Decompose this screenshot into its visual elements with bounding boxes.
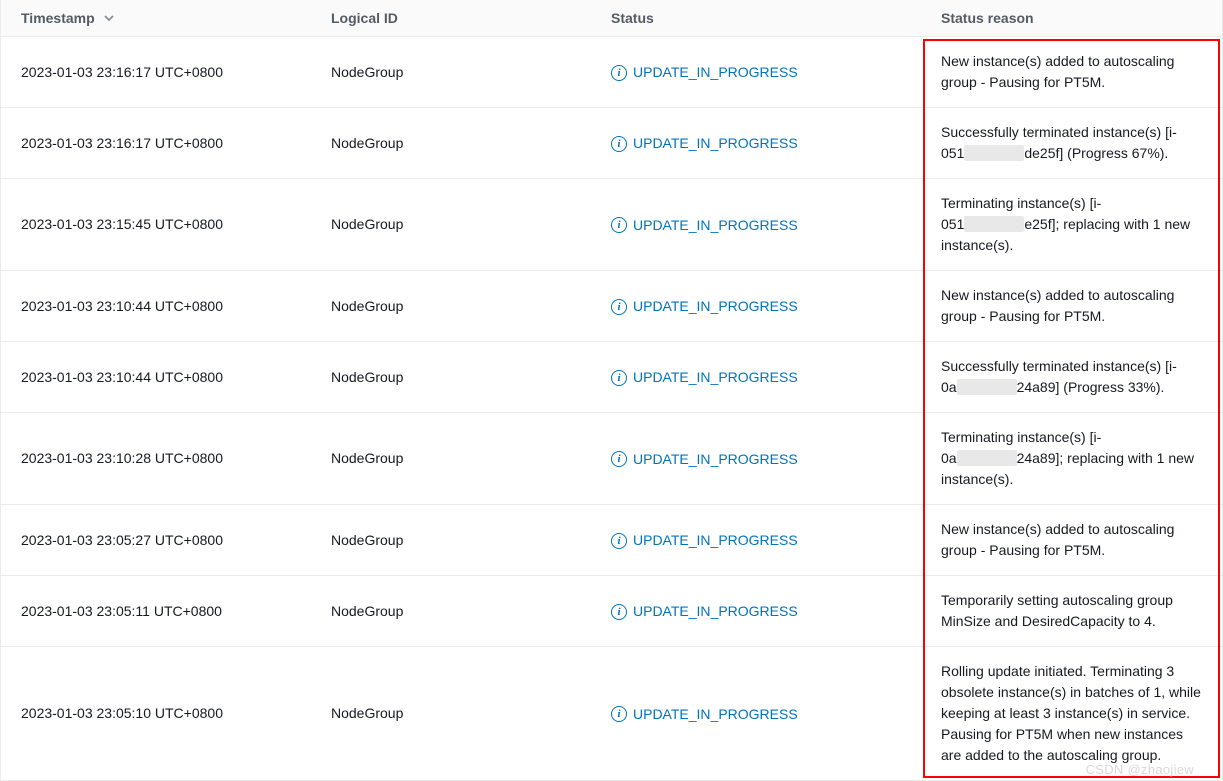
cell-timestamp: 2023-01-03 23:16:17 UTC+0800 [1,133,311,154]
cell-timestamp: 2023-01-03 23:10:44 UTC+0800 [1,367,311,388]
cell-status: i UPDATE_IN_PROGRESS [591,132,921,155]
table-row: 2023-01-03 23:16:17 UTC+0800NodeGroup i UP… [1,108,1222,179]
cell-status-reason: Temporarily setting autoscaling group Mi… [921,590,1222,632]
cell-timestamp: 2023-01-03 23:10:44 UTC+0800 [1,296,311,317]
status-link[interactable]: i UPDATE_IN_PROGRESS [611,704,798,725]
cell-logical-id: NodeGroup [311,530,591,551]
cell-status-reason: New instance(s) added to autoscaling gro… [921,51,1222,93]
cell-status: i UPDATE_IN_PROGRESS [591,447,921,470]
table-row: 2023-01-03 23:05:10 UTC+0800NodeGroup i UP… [1,647,1222,780]
table-row: 2023-01-03 23:10:28 UTC+0800NodeGroup i UP… [1,413,1222,505]
status-text: UPDATE_IN_PROGRESS [633,704,798,725]
status-link[interactable]: i UPDATE_IN_PROGRESS [611,215,798,236]
status-text: UPDATE_IN_PROGRESS [633,296,798,317]
status-link[interactable]: i UPDATE_IN_PROGRESS [611,449,798,470]
info-icon: i [611,451,627,467]
cell-status: i UPDATE_IN_PROGRESS [591,213,921,236]
info-icon: i [611,136,627,152]
redacted-text: xxxxxxxx [964,216,1024,232]
status-link[interactable]: i UPDATE_IN_PROGRESS [611,601,798,622]
table-row: 2023-01-03 23:16:17 UTC+0800NodeGroup i UP… [1,37,1222,108]
table-row: 2023-01-03 23:05:27 UTC+0800NodeGroup i UP… [1,505,1222,576]
cell-status: i UPDATE_IN_PROGRESS [591,366,921,389]
cell-timestamp: 2023-01-03 23:10:28 UTC+0800 [1,448,311,469]
status-text: UPDATE_IN_PROGRESS [633,601,798,622]
cell-status-reason: Terminating instance(s) [i-0axxxxxxxx24a… [921,427,1222,490]
watermark-text: CSDN @zhaojiew [1086,762,1194,777]
cell-status-reason: Rolling update initiated. Terminating 3 … [921,661,1222,766]
cell-timestamp: 2023-01-03 23:05:11 UTC+0800 [1,601,311,622]
cell-logical-id: NodeGroup [311,367,591,388]
info-icon: i [611,706,627,722]
cell-timestamp: 2023-01-03 23:05:27 UTC+0800 [1,530,311,551]
status-text: UPDATE_IN_PROGRESS [633,62,798,83]
sort-descending-icon[interactable] [103,12,115,24]
redacted-text: xxxxxxxx [957,379,1017,395]
cell-status-reason: New instance(s) added to autoscaling gro… [921,519,1222,561]
cell-timestamp: 2023-01-03 23:05:10 UTC+0800 [1,703,311,724]
redacted-text: xxxxxxxx [957,450,1017,466]
table-body: CSDN @zhaojiew 2023-01-03 23:16:17 UTC+0… [1,37,1222,780]
header-status-reason[interactable]: Status reason [921,10,1222,26]
cell-status-reason: Successfully terminated instance(s) [i-0… [921,356,1222,398]
status-link[interactable]: i UPDATE_IN_PROGRESS [611,367,798,388]
cell-logical-id: NodeGroup [311,133,591,154]
cell-logical-id: NodeGroup [311,448,591,469]
cell-status: i UPDATE_IN_PROGRESS [591,600,921,623]
cell-status: i UPDATE_IN_PROGRESS [591,529,921,552]
cell-status: i UPDATE_IN_PROGRESS [591,295,921,318]
cell-status-reason: Successfully terminated instance(s) [i-0… [921,122,1222,164]
status-text: UPDATE_IN_PROGRESS [633,449,798,470]
table-header-row: Timestamp Logical ID Status Status reaso… [1,0,1222,37]
info-icon: i [611,65,627,81]
header-timestamp-label: Timestamp [21,10,95,26]
cell-status: i UPDATE_IN_PROGRESS [591,61,921,84]
info-icon: i [611,533,627,549]
table-row: 2023-01-03 23:10:44 UTC+0800NodeGroup i UP… [1,271,1222,342]
cell-timestamp: 2023-01-03 23:15:45 UTC+0800 [1,214,311,235]
header-status-label: Status [611,10,654,26]
cell-logical-id: NodeGroup [311,703,591,724]
status-link[interactable]: i UPDATE_IN_PROGRESS [611,530,798,551]
header-timestamp[interactable]: Timestamp [1,10,311,26]
cell-timestamp: 2023-01-03 23:16:17 UTC+0800 [1,62,311,83]
events-table: Timestamp Logical ID Status Status reaso… [0,0,1223,781]
status-text: UPDATE_IN_PROGRESS [633,215,798,236]
info-icon: i [611,299,627,315]
header-status[interactable]: Status [591,10,921,26]
cell-logical-id: NodeGroup [311,296,591,317]
info-icon: i [611,604,627,620]
header-status-reason-label: Status reason [941,10,1034,26]
table-row: 2023-01-03 23:15:45 UTC+0800NodeGroup i UP… [1,179,1222,271]
info-icon: i [611,217,627,233]
header-logical-id[interactable]: Logical ID [311,10,591,26]
cell-status: i UPDATE_IN_PROGRESS [591,702,921,725]
info-icon: i [611,370,627,386]
cell-logical-id: NodeGroup [311,601,591,622]
cell-logical-id: NodeGroup [311,62,591,83]
status-link[interactable]: i UPDATE_IN_PROGRESS [611,133,798,154]
cell-status-reason: Terminating instance(s) [i-051xxxxxxxxe2… [921,193,1222,256]
table-row: 2023-01-03 23:10:44 UTC+0800NodeGroup i UP… [1,342,1222,413]
status-text: UPDATE_IN_PROGRESS [633,530,798,551]
status-text: UPDATE_IN_PROGRESS [633,367,798,388]
status-link[interactable]: i UPDATE_IN_PROGRESS [611,62,798,83]
status-link[interactable]: i UPDATE_IN_PROGRESS [611,296,798,317]
table-row: 2023-01-03 23:05:11 UTC+0800NodeGroup i UP… [1,576,1222,647]
header-logical-id-label: Logical ID [331,10,398,26]
redacted-text: xxxxxxxx [964,145,1024,161]
cell-logical-id: NodeGroup [311,214,591,235]
cell-status-reason: New instance(s) added to autoscaling gro… [921,285,1222,327]
status-text: UPDATE_IN_PROGRESS [633,133,798,154]
